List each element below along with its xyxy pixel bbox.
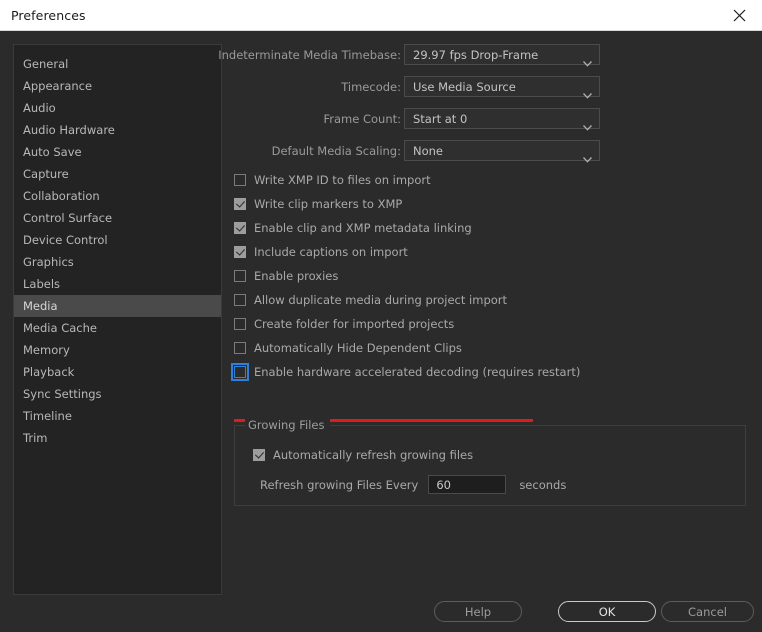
chevron-down-icon <box>583 84 592 103</box>
checkbox-row-write-xmp-id-to-files-on-import[interactable]: Write XMP ID to files on import <box>234 172 749 188</box>
sidebar-item-media-cache[interactable]: Media Cache <box>14 317 221 339</box>
seconds-unit-label: seconds <box>519 477 567 492</box>
sidebar-item-auto-save[interactable]: Auto Save <box>14 141 221 163</box>
sidebar-item-collaboration[interactable]: Collaboration <box>14 185 221 207</box>
checkbox-box <box>234 198 246 210</box>
label-indeterminate-media-timebase: Indeterminate Media Timebase: <box>218 48 401 62</box>
dropdown-frame-count[interactable]: Start at 0 <box>404 108 600 131</box>
checkbox-box <box>253 449 265 461</box>
checkbox-label-enable-clip-and-xmp-metadata-linking: Enable clip and XMP metadata linking <box>254 221 472 235</box>
sidebar-item-sync-settings[interactable]: Sync Settings <box>14 383 221 405</box>
help-button[interactable]: Help <box>434 601 522 622</box>
dropdown-value-indeterminate-media-timebase: 29.97 fps Drop-Frame <box>413 48 539 62</box>
checkbox-box <box>234 174 246 186</box>
sidebar-item-control-surface[interactable]: Control Surface <box>14 207 221 229</box>
preferences-category-list[interactable]: General Appearance Audio Audio Hardware Auto… <box>13 44 222 595</box>
chevron-down-icon <box>583 52 592 71</box>
refresh-interval-input[interactable] <box>428 475 507 494</box>
sidebar-item-device-control[interactable]: Device Control <box>14 229 221 251</box>
sidebar-item-appearance[interactable]: Appearance <box>14 75 221 97</box>
dropdown-fields-group: Indeterminate Media Timebase: 29.97 fps D… <box>218 44 749 163</box>
checkbox-row-include-captions-on-import[interactable]: Include captions on import <box>234 244 749 260</box>
ok-button[interactable]: OK <box>558 601 656 622</box>
chevron-down-icon <box>583 148 592 167</box>
sidebar-item-timeline[interactable]: Timeline <box>14 405 221 427</box>
dropdown-indeterminate-media-timebase[interactable]: 29.97 fps Drop-Frame <box>404 44 600 67</box>
field-row-frame-count: Frame Count: Start at 0 <box>234 108 749 131</box>
checkbox-label-automatically-hide-dependent-clips: Automatically Hide Dependent Clips <box>254 341 462 355</box>
close-icon[interactable] <box>716 0 762 30</box>
sidebar-item-capture[interactable]: Capture <box>14 163 221 185</box>
refresh-interval-label: Refresh growing Files Every <box>260 477 419 492</box>
chevron-down-icon <box>583 116 592 135</box>
checkbox-row-enable-hardware-accelerated-decoding-requires-restart[interactable]: Enable hardware accelerated decoding (re… <box>231 363 749 381</box>
dropdown-value-frame-count: Start at 0 <box>413 112 468 126</box>
dropdown-value-timecode: Use Media Source <box>413 80 516 94</box>
checkbox-box <box>231 363 249 381</box>
media-settings-pane: Indeterminate Media Timebase: 29.97 fps D… <box>218 44 749 388</box>
close-icon-glyph <box>733 9 745 21</box>
checkbox-label-write-xmp-id-to-files-on-import: Write XMP ID to files on import <box>254 173 431 187</box>
preferences-dialog-body: General Appearance Audio Audio Hardware Auto… <box>0 31 762 632</box>
sidebar-item-labels[interactable]: Labels <box>14 273 221 295</box>
sidebar-item-memory[interactable]: Memory <box>14 339 221 361</box>
auto-refresh-growing-files-checkbox[interactable]: Automatically refresh growing files <box>253 448 473 462</box>
field-row-indeterminate-media-timebase: Indeterminate Media Timebase: 29.97 fps D… <box>218 44 749 67</box>
sidebar-item-audio-hardware[interactable]: Audio Hardware <box>14 119 221 141</box>
checkbox-row-enable-proxies[interactable]: Enable proxies <box>234 268 749 284</box>
label-frame-count: Frame Count: <box>323 112 401 126</box>
checkbox-box <box>234 342 246 354</box>
checkbox-options-group: Write XMP ID to files on import Write cli… <box>231 172 749 381</box>
checkbox-label-write-clip-markers-to-xmp: Write clip markers to XMP <box>254 197 403 211</box>
checkbox-label-create-folder-for-imported-projects: Create folder for imported projects <box>254 317 455 331</box>
checkbox-label-allow-duplicate-media-during-project-import: Allow duplicate media during project imp… <box>254 293 508 307</box>
sidebar-item-playback[interactable]: Playback <box>14 361 221 383</box>
checkbox-row-allow-duplicate-media-during-project-import[interactable]: Allow duplicate media during project imp… <box>234 292 749 308</box>
dropdown-timecode[interactable]: Use Media Source <box>404 76 600 99</box>
dialog-footer: Help OK Cancel <box>0 601 762 632</box>
sidebar-item-graphics[interactable]: Graphics <box>14 251 221 273</box>
checkbox-box <box>234 294 246 306</box>
cancel-button[interactable]: Cancel <box>661 601 754 622</box>
checkbox-box <box>234 246 246 258</box>
refresh-interval-row: Refresh growing Files Every seconds <box>260 475 566 494</box>
sidebar-item-audio[interactable]: Audio <box>14 97 221 119</box>
auto-refresh-growing-files-label: Automatically refresh growing files <box>273 448 474 462</box>
checkbox-row-enable-clip-and-xmp-metadata-linking[interactable]: Enable clip and XMP metadata linking <box>234 220 749 236</box>
dropdown-value-default-media-scaling: None <box>413 144 444 158</box>
dropdown-default-media-scaling[interactable]: None <box>404 140 600 163</box>
field-row-default-media-scaling: Default Media Scaling: None <box>234 140 749 163</box>
checkbox-label-enable-proxies: Enable proxies <box>254 269 339 283</box>
label-timecode: Timecode: <box>341 80 401 94</box>
checkbox-box <box>234 222 246 234</box>
label-default-media-scaling: Default Media Scaling: <box>271 144 401 158</box>
checkbox-row-automatically-hide-dependent-clips[interactable]: Automatically Hide Dependent Clips <box>234 340 749 356</box>
checkbox-box <box>234 270 246 282</box>
window-titlebar: Preferences <box>0 0 762 31</box>
checkbox-row-write-clip-markers-to-xmp[interactable]: Write clip markers to XMP <box>234 196 749 212</box>
sidebar-item-general[interactable]: General <box>14 53 221 75</box>
sidebar-item-media[interactable]: Media <box>14 295 221 317</box>
checkbox-label-enable-hardware-accelerated-decoding-requires-restart: Enable hardware accelerated decoding (re… <box>254 365 581 379</box>
checkbox-row-create-folder-for-imported-projects[interactable]: Create folder for imported projects <box>234 316 749 332</box>
window-title: Preferences <box>11 8 86 23</box>
checkbox-label-include-captions-on-import: Include captions on import <box>254 245 408 259</box>
growing-files-title: Growing Files <box>245 418 330 432</box>
field-row-timecode: Timecode: Use Media Source <box>234 76 749 99</box>
growing-files-group: Growing Files Automatically refresh grow… <box>234 418 746 506</box>
checkbox-box <box>234 318 246 330</box>
sidebar-item-trim[interactable]: Trim <box>14 427 221 449</box>
